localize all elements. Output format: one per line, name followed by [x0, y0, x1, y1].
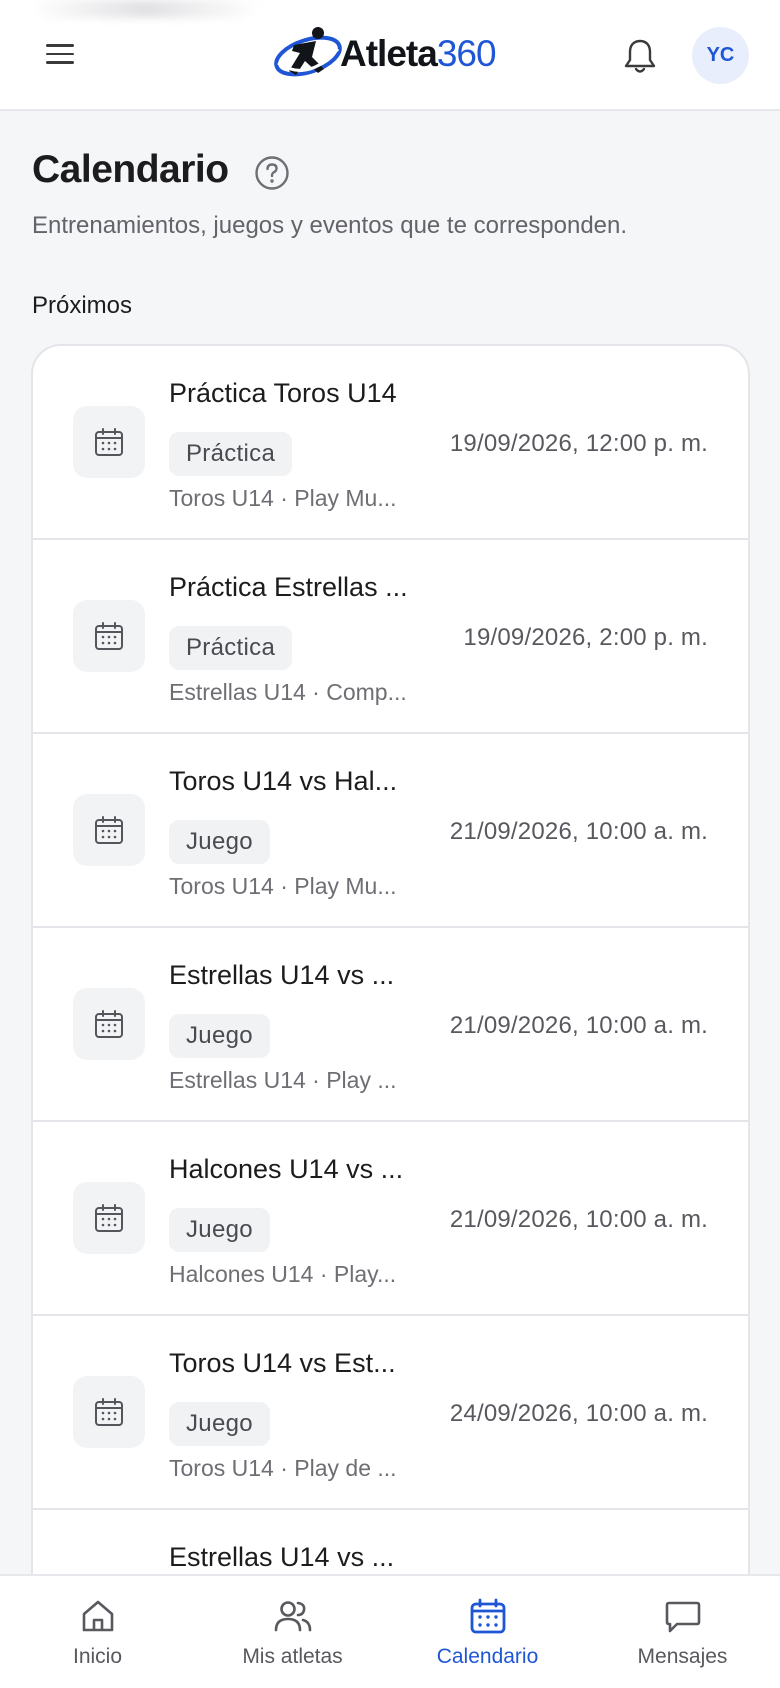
nav-mis-atletas[interactable]: Mis atletas [195, 1576, 390, 1688]
status-bar-blur [30, 0, 260, 18]
calendar-icon [95, 1204, 123, 1232]
event-title: Práctica Estrellas ... [169, 572, 408, 602]
calendar-icon [95, 622, 123, 650]
event-type-badge: Juego [169, 1208, 270, 1252]
event-title: Halcones U14 vs ... [169, 1154, 404, 1184]
bottom-navigation: Inicio Mis atletas Calendario Mensajes [0, 1574, 780, 1688]
calendar-icon [95, 1398, 123, 1426]
event-type-badge: Práctica [169, 626, 293, 670]
nav-mensajes[interactable]: Mensajes [585, 1576, 780, 1688]
users-icon [274, 1601, 311, 1632]
calendar-icon [470, 1598, 505, 1634]
event-icon-box [73, 600, 145, 672]
event-title: Estrellas U14 vs ... [169, 1542, 395, 1572]
user-avatar[interactable]: YC [692, 27, 749, 84]
home-icon [82, 1600, 113, 1632]
event-row[interactable]: Toros U14 vs Est... Juego Toros U14 · Pl… [33, 1316, 748, 1510]
bell-icon [624, 39, 656, 73]
logo-word-atleta: Atleta [340, 33, 438, 74]
event-icon-box [73, 794, 145, 866]
event-type-badge: Juego [169, 1014, 270, 1058]
event-meta: Halcones U14 · Play... [169, 1261, 397, 1287]
help-button[interactable] [254, 155, 290, 191]
notifications-button[interactable] [622, 36, 658, 76]
event-type-badge: Juego [169, 1402, 270, 1446]
event-type-badge: Juego [169, 820, 270, 864]
calendar-icon [95, 428, 123, 456]
top-app-bar: Atleta360 YC [0, 0, 780, 111]
page-subtitle: Entrenamientos, juegos y eventos que te … [32, 212, 628, 239]
event-icon-box [73, 1182, 145, 1254]
event-row[interactable]: Toros U14 vs Hal... Juego Toros U14 · Pl… [33, 734, 748, 928]
event-datetime: 19/09/2026, 12:00 p. m. [449, 430, 708, 457]
event-row[interactable]: Halcones U14 vs ... Juego Halcones U14 ·… [33, 1122, 748, 1316]
logo-wordmark: Atleta360 [340, 33, 497, 75]
event-meta: Toros U14 · Play de ... [169, 1455, 397, 1481]
nav-calendario[interactable]: Calendario [390, 1576, 585, 1688]
help-circle-icon [255, 156, 289, 190]
event-meta: Toros U14 · Play Mu... [169, 873, 397, 899]
event-row[interactable]: Práctica Toros U14 Práctica Toros U14 · … [33, 346, 748, 540]
event-title: Toros U14 vs Est... [169, 1348, 396, 1378]
event-datetime: 21/09/2026, 10:00 a. m. [449, 1206, 708, 1233]
event-title: Toros U14 vs Hal... [169, 766, 398, 796]
event-datetime: 24/09/2026, 10:00 a. m. [449, 1400, 708, 1427]
message-icon [665, 1601, 700, 1633]
nav-label: Inicio [72, 1645, 123, 1668]
event-title: Estrellas U14 vs ... [169, 960, 395, 990]
logo-word-360: 360 [436, 33, 497, 74]
runner-logo-icon [274, 27, 342, 77]
nav-label: Calendario [436, 1645, 539, 1668]
events-list: Práctica Toros U14 Práctica Toros U14 · … [31, 344, 750, 1594]
event-meta: Toros U14 · Play Mu... [169, 485, 397, 511]
event-row[interactable]: Estrellas U14 vs ... Juego Estrellas U14… [33, 928, 748, 1122]
menu-button[interactable] [40, 40, 80, 72]
event-datetime: 21/09/2026, 10:00 a. m. [449, 1012, 708, 1039]
nav-inicio[interactable]: Inicio [0, 1576, 195, 1688]
event-icon-box [73, 988, 145, 1060]
event-datetime: 19/09/2026, 2:00 p. m. [463, 624, 708, 651]
event-icon-box [73, 406, 145, 478]
event-icon-box [73, 1376, 145, 1448]
event-type-badge: Práctica [169, 432, 293, 476]
menu-icon [40, 44, 80, 64]
nav-label: Mis atletas [242, 1645, 343, 1668]
app-root: Atleta360 YC Calendario Entrenamientos, … [0, 0, 780, 1688]
page-title: Calendario [32, 148, 229, 191]
app-logo[interactable]: Atleta360 [272, 22, 497, 86]
calendar-icon [95, 1010, 123, 1038]
calendar-icon [95, 816, 123, 844]
event-datetime: 21/09/2026, 10:00 a. m. [449, 818, 708, 845]
event-row[interactable]: Práctica Estrellas ... Práctica Estrella… [33, 540, 748, 734]
event-meta: Estrellas U14 · Play ... [169, 1067, 397, 1093]
section-label-upcoming: Próximos [32, 292, 133, 319]
event-title: Práctica Toros U14 [169, 378, 397, 408]
nav-label: Mensajes [637, 1645, 728, 1668]
event-meta: Estrellas U14 · Comp... [169, 679, 407, 705]
